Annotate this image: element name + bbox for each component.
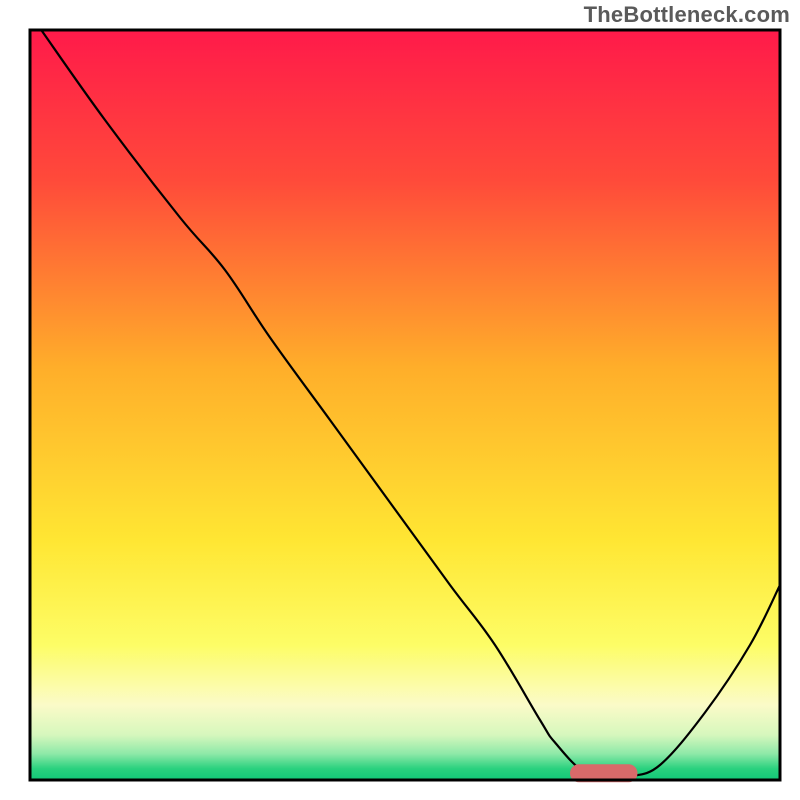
plot-background [30,30,780,780]
watermark-text: TheBottleneck.com [584,2,790,28]
bottleneck-chart [0,0,800,800]
chart-container: TheBottleneck.com [0,0,800,800]
